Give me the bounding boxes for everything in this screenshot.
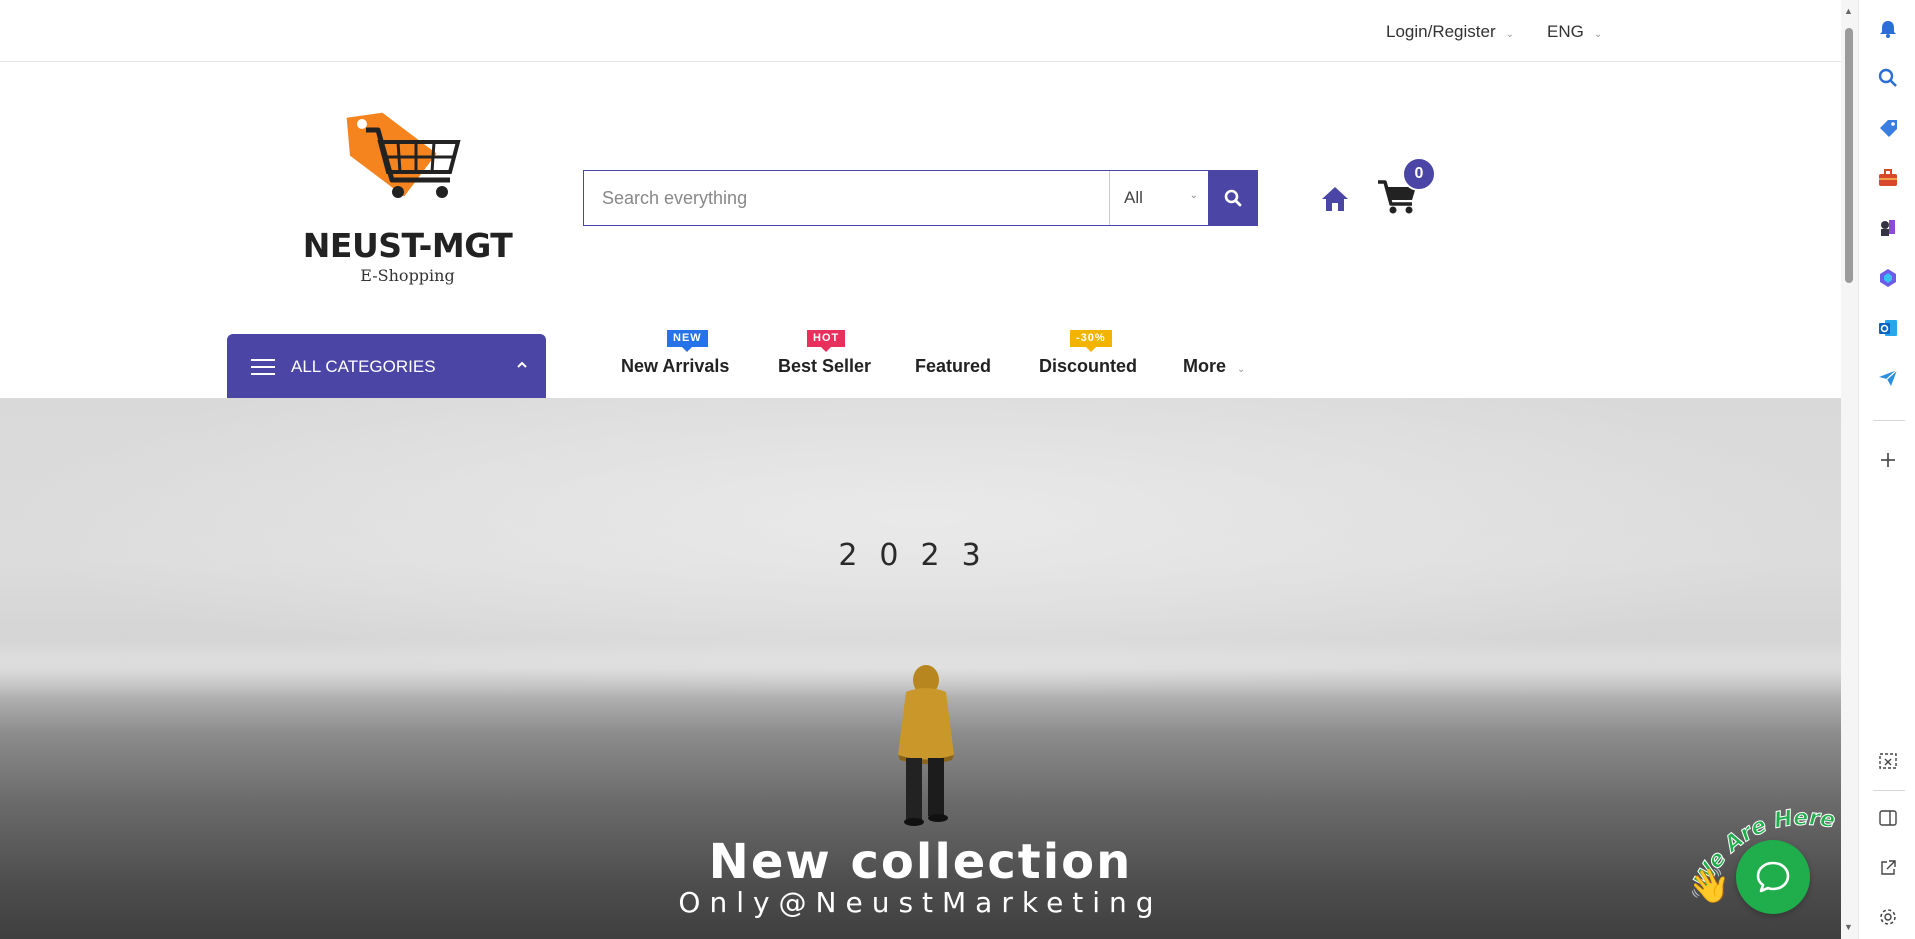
search-icon (1224, 189, 1241, 207)
logo-name: NEUST-MGT (302, 226, 513, 265)
send-icon[interactable] (1876, 366, 1900, 390)
plus-icon[interactable] (1876, 448, 1900, 472)
chevron-up-icon (517, 361, 527, 368)
language-label: ENG (1547, 22, 1584, 41)
tag-icon[interactable] (1876, 116, 1900, 140)
login-register-label: Login/Register (1386, 22, 1496, 41)
hero-banner[interactable]: 2023 New collection Only@NeustMarketing (0, 398, 1841, 939)
sidebar-divider (1873, 790, 1905, 791)
nav-new-arrivals[interactable]: New Arrivals (621, 356, 729, 377)
scrollbar-thumb[interactable] (1845, 28, 1853, 283)
search-category-select[interactable]: All ⌄ (1109, 171, 1208, 225)
browser-sidebar (1858, 0, 1915, 939)
split-view-icon[interactable] (1876, 806, 1900, 830)
nav-featured[interactable]: Featured (915, 356, 991, 377)
all-categories-button[interactable]: ALL CATEGORIES (227, 334, 546, 399)
settings-icon[interactable] (1876, 905, 1900, 929)
nav-more[interactable]: More ⌄ (1183, 356, 1245, 377)
hero-year: 2023 (838, 538, 1003, 573)
outlook-icon[interactable] (1876, 316, 1900, 340)
nav-discounted[interactable]: Discounted (1039, 356, 1137, 377)
badge-hot: HOT (807, 330, 846, 352)
badge-discount: -30% (1070, 330, 1112, 352)
nav-more-label: More (1183, 356, 1227, 376)
walking-person-image (898, 665, 954, 826)
logo-subtitle: E-Shopping (360, 266, 455, 285)
chevron-down-icon: ⌄ (1237, 364, 1246, 375)
nav-best-seller[interactable]: Best Seller (778, 356, 871, 377)
top-bar: Login/Register ⌄ ENG ⌄ (0, 0, 1841, 62)
cart-tag-logo-icon (346, 112, 461, 198)
waving-hand-icon: 👋 (1688, 867, 1731, 905)
search-bar: All ⌄ (583, 170, 1258, 226)
scroll-up-arrow-icon[interactable]: ▲ (1844, 6, 1853, 16)
search-input[interactable] (584, 171, 1109, 225)
toolbox-icon[interactable] (1876, 166, 1900, 190)
site-logo[interactable]: NEUST-MGT E-Shopping (300, 108, 515, 288)
chat-bubble-icon (1756, 861, 1790, 893)
login-register-menu[interactable]: Login/Register ⌄ (1386, 22, 1514, 42)
hero-title: New collection (708, 834, 1133, 890)
page-scrollbar[interactable]: ▲ ▼ (1841, 0, 1858, 939)
all-categories-label: ALL CATEGORIES (291, 356, 436, 376)
external-link-icon[interactable] (1876, 856, 1900, 880)
search-button[interactable] (1208, 171, 1257, 225)
page: Login/Register ⌄ ENG ⌄ NEUST-MGT E-Shopp… (0, 0, 1841, 939)
sidebar-divider (1873, 420, 1905, 421)
search-category-value: All (1124, 188, 1143, 207)
language-menu[interactable]: ENG ⌄ (1547, 22, 1602, 42)
search-icon[interactable] (1876, 66, 1900, 90)
home-button[interactable] (1320, 184, 1350, 214)
home-icon (1322, 187, 1348, 211)
badge-new: NEW (667, 330, 708, 352)
chevron-down-icon: ⌄ (1189, 190, 1198, 201)
chevron-down-icon: ⌄ (1505, 28, 1515, 40)
chevron-down-icon: ⌄ (1593, 28, 1603, 40)
menu-icon (251, 358, 275, 375)
copilot-icon[interactable] (1876, 266, 1900, 290)
chess-icon[interactable] (1876, 216, 1900, 240)
cart-count-badge: 0 (1402, 157, 1436, 191)
screenshot-icon[interactable] (1876, 749, 1900, 773)
chat-button[interactable] (1736, 840, 1810, 914)
scroll-down-arrow-icon[interactable]: ▼ (1844, 922, 1853, 932)
bell-icon[interactable] (1876, 17, 1900, 41)
hero-subtitle: Only@NeustMarketing (678, 886, 1163, 919)
